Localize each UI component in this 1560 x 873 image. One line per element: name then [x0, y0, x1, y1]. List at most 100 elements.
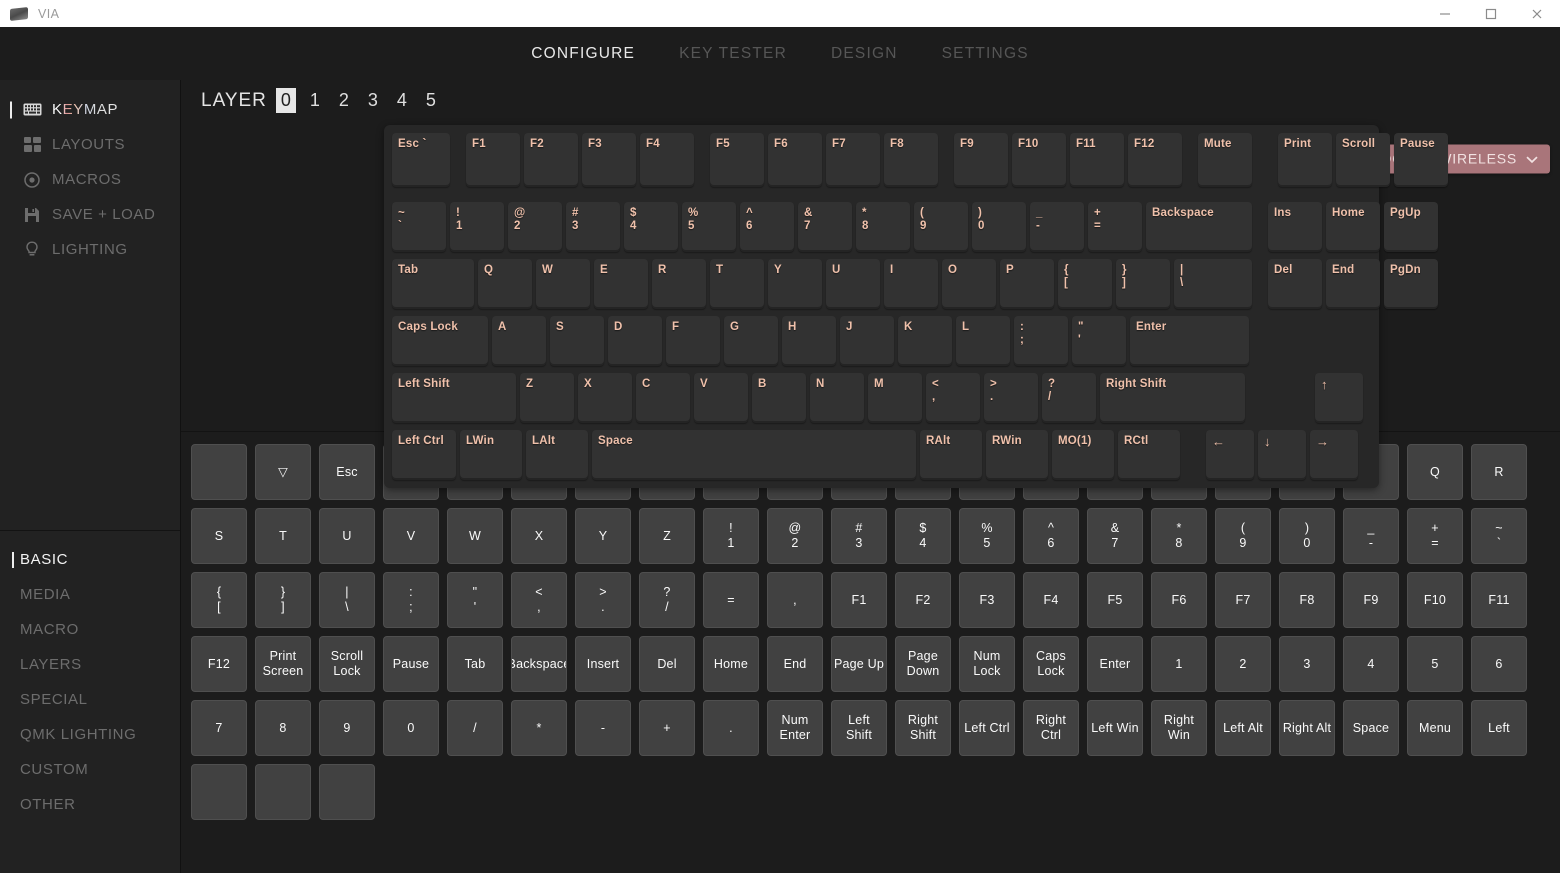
keycap[interactable]: F9 [954, 133, 1008, 187]
picker-key[interactable]: { [ [191, 572, 247, 628]
keycap[interactable]: → [1310, 430, 1358, 480]
keycap[interactable]: M [868, 373, 922, 423]
picker-key[interactable]: F3 [959, 572, 1015, 628]
keycap[interactable]: Mute [1198, 133, 1252, 187]
keycap[interactable]: RAlt [920, 430, 982, 480]
keycap[interactable]: > . [984, 373, 1038, 423]
keycap[interactable]: & 7 [798, 202, 852, 252]
picker-key[interactable]: Print Screen [255, 636, 311, 692]
picker-key[interactable]: Left Alt [1215, 700, 1271, 756]
keycap[interactable]: F7 [826, 133, 880, 187]
keycap[interactable]: Print [1278, 133, 1332, 187]
picker-key[interactable]: Left Ctrl [959, 700, 1015, 756]
picker-key[interactable]: Enter [1087, 636, 1143, 692]
keycap[interactable]: F1 [466, 133, 520, 187]
picker-key[interactable]: F10 [1407, 572, 1463, 628]
keycap[interactable]: W [536, 259, 590, 309]
picker-key[interactable]: } ] [255, 572, 311, 628]
keycap[interactable]: Q [478, 259, 532, 309]
picker-key[interactable]: 9 [319, 700, 375, 756]
picker-key[interactable]: Y [575, 508, 631, 564]
keycap[interactable]: MO(1) [1052, 430, 1114, 480]
picker-key[interactable]: @ 2 [767, 508, 823, 564]
keycap[interactable]: ( 9 [914, 202, 968, 252]
picker-key[interactable]: R [1471, 444, 1527, 500]
picker-key[interactable]: Left [1471, 700, 1527, 756]
keycap[interactable]: N [810, 373, 864, 423]
keycap[interactable]: ↑ [1315, 373, 1363, 423]
keycap[interactable]: P [1000, 259, 1054, 309]
keycap[interactable]: @ 2 [508, 202, 562, 252]
category-layers[interactable]: LAYERS [0, 647, 180, 682]
keycap[interactable]: ? / [1042, 373, 1096, 423]
keycap[interactable]: F6 [768, 133, 822, 187]
picker-key[interactable]: Right Alt [1279, 700, 1335, 756]
keycap[interactable]: I [884, 259, 938, 309]
category-qmk-lighting[interactable]: QMK LIGHTING [0, 717, 180, 752]
picker-key[interactable]: F8 [1279, 572, 1335, 628]
keycap[interactable]: Z [520, 373, 574, 423]
picker-key[interactable]: Right Shift [895, 700, 951, 756]
picker-key[interactable]: + [639, 700, 695, 756]
keycap[interactable]: " ' [1072, 316, 1126, 366]
sidebar-item-layouts[interactable]: LAYOUTS [0, 127, 180, 162]
picker-key[interactable]: > . [575, 572, 631, 628]
keycap[interactable]: Ins [1268, 202, 1322, 252]
keycap[interactable]: F8 [884, 133, 938, 187]
layer-button-5[interactable]: 5 [421, 88, 441, 113]
keycap[interactable]: R [652, 259, 706, 309]
picker-key[interactable]: F1 [831, 572, 887, 628]
category-media[interactable]: MEDIA [0, 577, 180, 612]
keycap[interactable]: L [956, 316, 1010, 366]
keycap[interactable]: Caps Lock [392, 316, 488, 366]
picker-key[interactable]: Caps Lock [1023, 636, 1079, 692]
keycap[interactable]: C [636, 373, 690, 423]
picker-key[interactable]: S [191, 508, 247, 564]
keycap[interactable]: J [840, 316, 894, 366]
picker-key[interactable]: Scroll Lock [319, 636, 375, 692]
picker-key[interactable]: Z [639, 508, 695, 564]
layer-button-1[interactable]: 1 [305, 88, 325, 113]
keycap[interactable]: LWin [460, 430, 522, 480]
picker-key[interactable]: - [575, 700, 631, 756]
picker-key[interactable]: 8 [255, 700, 311, 756]
picker-key[interactable]: 6 [1471, 636, 1527, 692]
picker-key[interactable]: / [447, 700, 503, 756]
keycap[interactable]: T [710, 259, 764, 309]
picker-key[interactable]: Space [1343, 700, 1399, 756]
picker-key[interactable]: Left Win [1087, 700, 1143, 756]
picker-key[interactable]: ) 0 [1279, 508, 1335, 564]
keycap[interactable]: K [898, 316, 952, 366]
keycap[interactable]: ! 1 [450, 202, 504, 252]
keycap[interactable]: # 3 [566, 202, 620, 252]
picker-key[interactable]: ? / [639, 572, 695, 628]
keycap[interactable]: LAlt [526, 430, 588, 480]
nav-tab-settings[interactable]: SETTINGS [942, 45, 1029, 63]
keycap[interactable]: ~ ` [392, 202, 446, 252]
picker-key[interactable]: Menu [1407, 700, 1463, 756]
picker-key[interactable]: 1 [1151, 636, 1207, 692]
layer-button-4[interactable]: 4 [392, 88, 412, 113]
picker-key[interactable]: , [767, 572, 823, 628]
keycap[interactable]: F5 [710, 133, 764, 187]
picker-key[interactable]: Page Up [831, 636, 887, 692]
nav-tab-configure[interactable]: CONFIGURE [531, 45, 635, 63]
picker-key[interactable]: Num Enter [767, 700, 823, 756]
picker-key[interactable]: = [703, 572, 759, 628]
picker-key[interactable]: Pause [383, 636, 439, 692]
picker-key[interactable]: F9 [1343, 572, 1399, 628]
keycap[interactable]: Esc ` [392, 133, 450, 187]
keycap[interactable]: ← [1206, 430, 1254, 480]
keycap[interactable]: $ 4 [624, 202, 678, 252]
picker-key[interactable]: Right Ctrl [1023, 700, 1079, 756]
keycap[interactable]: < , [926, 373, 980, 423]
picker-key[interactable]: V [383, 508, 439, 564]
keycap[interactable]: Home [1326, 202, 1380, 252]
close-icon[interactable] [1514, 0, 1560, 27]
keycap[interactable]: E [594, 259, 648, 309]
keycap[interactable]: Left Ctrl [392, 430, 456, 480]
picker-key[interactable]: ( 9 [1215, 508, 1271, 564]
keycap[interactable]: Tab [392, 259, 474, 309]
picker-key[interactable]: & 7 [1087, 508, 1143, 564]
picker-key[interactable]: * 8 [1151, 508, 1207, 564]
